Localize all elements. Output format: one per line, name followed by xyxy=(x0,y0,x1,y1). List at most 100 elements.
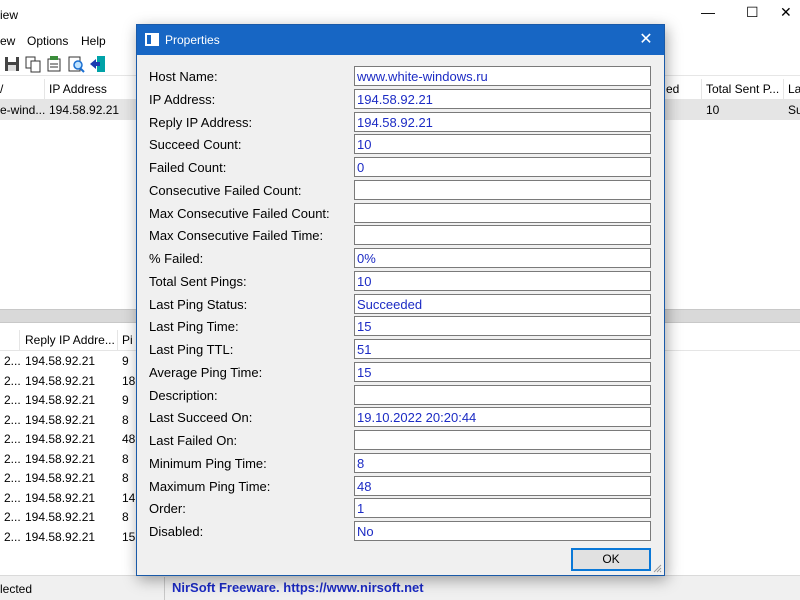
table-cell: 194.58.92.21 xyxy=(25,393,96,407)
table-cell: 8 xyxy=(122,471,129,485)
table-cell: 194.58.92.21 xyxy=(25,432,96,446)
property-value-field[interactable] xyxy=(354,225,651,246)
minimize-icon[interactable]: — xyxy=(701,4,715,20)
property-value-field[interactable]: 10 xyxy=(354,270,651,291)
table-cell: 9 xyxy=(122,354,129,368)
property-label: Succeed Count: xyxy=(149,137,242,153)
column-reply-ip[interactable]: Reply IP Addre... xyxy=(25,333,115,347)
status-bar: lected NirSoft Freeware. https://www.nir… xyxy=(0,575,800,600)
property-value-field[interactable]: 8 xyxy=(354,452,651,473)
property-label: % Failed: xyxy=(149,251,204,266)
exit-icon[interactable] xyxy=(89,55,107,73)
dialog-titlebar: Properties ✕ xyxy=(137,25,664,55)
property-value-field[interactable]: 15 xyxy=(354,316,651,337)
menu-view[interactable]: ew xyxy=(0,34,15,48)
property-label: Last Ping Time: xyxy=(149,319,239,335)
property-row: Description: xyxy=(137,384,664,407)
property-row: Average Ping Time: 15 xyxy=(137,361,664,384)
property-value-field[interactable]: Succeeded xyxy=(354,293,651,314)
table-cell: 2... xyxy=(4,432,21,446)
property-label: Last Failed On: xyxy=(149,433,238,448)
property-row: Max Consecutive Failed Time: xyxy=(137,225,664,247)
property-row: Host Name: www.white-windows.ru xyxy=(137,66,664,88)
table-cell: 48 xyxy=(122,432,136,446)
property-label: Order: xyxy=(149,501,186,517)
menu-options[interactable]: Options xyxy=(27,34,68,48)
table-cell: 2... xyxy=(4,354,21,368)
table-cell: 194.58.92.21 xyxy=(25,373,96,388)
property-value-field[interactable]: 1 xyxy=(354,498,651,519)
property-value-field[interactable] xyxy=(354,430,651,450)
column-total-sent[interactable]: Total Sent P... xyxy=(706,82,779,96)
table-cell: 2... xyxy=(4,490,21,505)
column-sort-indicator: / xyxy=(0,82,4,96)
properties-dialog: Properties ✕ Host Name: www.white-windows… xyxy=(136,24,665,576)
table-cell: 2... xyxy=(4,373,21,388)
property-row: Disabled: No xyxy=(137,521,664,543)
close-icon[interactable]: ✕ xyxy=(780,4,792,21)
property-label: Reply IP Address: xyxy=(149,114,253,130)
property-value-field[interactable]: 19.10.2022 20:20:44 xyxy=(354,407,651,428)
property-row: Last Ping TTL: 51 xyxy=(137,339,664,361)
property-label: Description: xyxy=(149,387,218,403)
table-cell: 8 xyxy=(122,412,129,427)
table-cell: 2... xyxy=(4,510,21,524)
copy-icon[interactable] xyxy=(24,55,42,73)
property-value-field[interactable]: 15 xyxy=(354,361,651,382)
table-cell: 15 xyxy=(122,529,136,544)
property-row: Last Succeed On: 19.10.2022 20:20:44 xyxy=(137,407,664,429)
property-value-field[interactable]: www.white-windows.ru xyxy=(354,66,651,86)
close-icon[interactable]: ✕ xyxy=(628,25,664,55)
property-row: Last Ping Time: 15 xyxy=(137,316,664,338)
column-succeed[interactable]: ed xyxy=(666,82,679,96)
property-value-field[interactable]: No xyxy=(354,521,651,541)
nirsoft-link[interactable]: NirSoft Freeware. https://www.nirsoft.ne… xyxy=(172,580,424,595)
table-cell: 9 xyxy=(122,393,129,407)
table-cell: 2... xyxy=(4,529,21,544)
property-value-field[interactable] xyxy=(354,384,651,405)
property-row: % Failed: 0% xyxy=(137,248,664,270)
property-row: Last Ping Status: Succeeded xyxy=(137,293,664,316)
property-label: Failed Count: xyxy=(149,160,227,175)
table-cell: 2... xyxy=(4,471,21,485)
property-value-field[interactable]: 10 xyxy=(354,134,651,155)
property-row: IP Address: 194.58.92.21 xyxy=(137,88,664,111)
maximize-icon[interactable]: ☐ xyxy=(746,4,759,21)
property-value-field[interactable]: 194.58.92.21 xyxy=(354,88,651,109)
save-icon[interactable] xyxy=(3,55,21,73)
property-value-field[interactable]: 0% xyxy=(354,248,651,268)
table-cell: 2... xyxy=(4,451,21,466)
property-value-field[interactable] xyxy=(354,179,651,200)
window-icon xyxy=(145,33,159,46)
table-cell: 2... xyxy=(4,393,21,407)
property-value-field[interactable]: 48 xyxy=(354,475,651,496)
property-label: Last Succeed On: xyxy=(149,410,253,426)
table-cell: 194.58.92.21 xyxy=(25,471,96,485)
column-ping[interactable]: Pi xyxy=(122,333,133,347)
property-row: Max Consecutive Failed Count: xyxy=(137,202,664,225)
resize-grip-icon[interactable] xyxy=(652,563,662,573)
property-row: Last Failed On: xyxy=(137,430,664,452)
ok-button[interactable]: OK xyxy=(571,548,651,571)
total-sent-cell: 10 xyxy=(706,103,720,117)
find-icon[interactable] xyxy=(67,55,85,73)
menu-help[interactable]: Help xyxy=(81,34,106,48)
property-value-field[interactable]: 51 xyxy=(354,339,651,359)
column-last[interactable]: La xyxy=(788,82,800,96)
property-label: Maximum Ping Time: xyxy=(149,478,271,494)
dialog-title: Properties xyxy=(165,33,220,47)
column-ip-address[interactable]: IP Address xyxy=(49,82,107,96)
property-value-field[interactable] xyxy=(354,202,651,223)
properties-icon[interactable] xyxy=(45,55,63,73)
table-cell: 14 xyxy=(122,490,136,505)
property-value-field[interactable]: 194.58.92.21 xyxy=(354,111,651,132)
property-row: Reply IP Address: 194.58.92.21 xyxy=(137,111,664,134)
property-value-field[interactable]: 0 xyxy=(354,157,651,177)
property-row: Minimum Ping Time: 8 xyxy=(137,452,664,475)
ip-cell: 194.58.92.21 xyxy=(49,103,120,117)
table-cell: 8 xyxy=(122,510,129,524)
property-label: Max Consecutive Failed Count: xyxy=(149,205,330,221)
main-window-title: iew xyxy=(0,8,19,22)
property-label: Last Ping TTL: xyxy=(149,342,234,357)
property-label: Host Name: xyxy=(149,69,218,84)
